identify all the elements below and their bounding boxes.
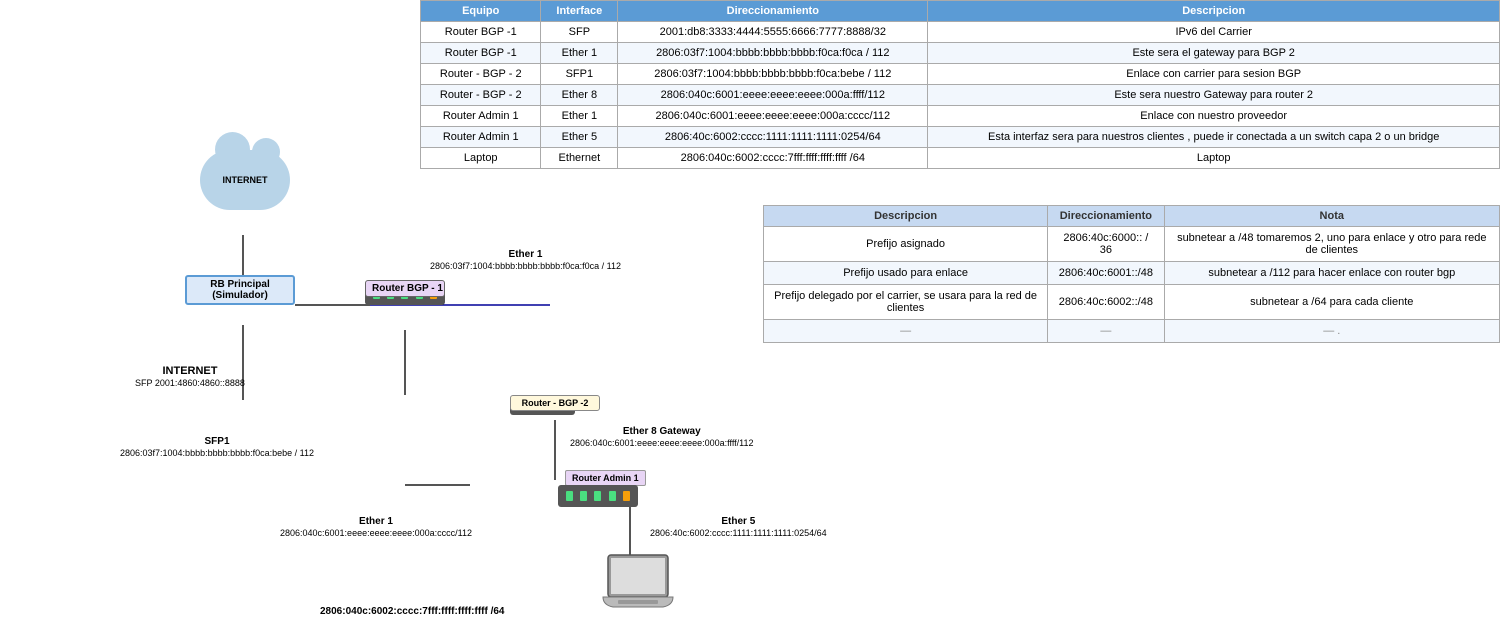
table-row: Router BGP -1SFP2001:db8:3333:4444:5555:… (421, 22, 1500, 43)
second-table-cell: subnetear a /64 para cada cliente (1164, 285, 1499, 320)
table-cell: 2806:040c:6001:eeee:eeee:eeee:000a:ffff/… (618, 85, 928, 106)
second-table-cell: — (764, 320, 1048, 343)
col-header-equipo: Equipo (421, 1, 541, 22)
col-header-interface: Interface (541, 1, 618, 22)
ether5-label: Ether 5 2806:40c:6002:cccc:1111:1111:111… (650, 515, 827, 539)
router-admin1-label-box: Router Admin 1 (565, 470, 646, 486)
second-table-cell: Prefijo asignado (764, 227, 1048, 262)
second-table-cell: 2806:40c:6002::/48 (1048, 285, 1164, 320)
router-admin1-device (558, 485, 638, 507)
col2-header-descripcion: Descripcion (764, 206, 1048, 227)
table-cell: Enlace con carrier para sesion BGP (928, 64, 1500, 85)
second-table-section: Descripcion Direccionamiento Nota Prefij… (763, 205, 1500, 343)
ether1-bgp1-label: Ether 1 2806:03f7:1004:bbbb:bbbb:bbbb:f0… (430, 248, 621, 272)
table-cell: IPv6 del Carrier (928, 22, 1500, 43)
second-table-row: ——— . (764, 320, 1500, 343)
table-cell: Enlace con nuestro proveedor (928, 106, 1500, 127)
table-cell: Router BGP -1 (421, 43, 541, 64)
router-bgp2-box: Router - BGP -2 (510, 395, 575, 415)
second-table-cell: 2806:40c:6000:: / 36 (1048, 227, 1164, 262)
table-cell: Ether 1 (541, 106, 618, 127)
network-diagram: INTERNET RB Principal(Simulador) Router … (0, 130, 760, 620)
table-cell: SFP1 (541, 64, 618, 85)
second-table-cell: subnetear a /48 tomaremos 2, uno para en… (1164, 227, 1499, 262)
second-table-cell: Prefijo usado para enlace (764, 262, 1048, 285)
laptop-icon (598, 550, 678, 623)
cloud-text: INTERNET (223, 175, 268, 185)
rb-principal-label: RB Principal(Simulador) (210, 279, 269, 301)
cloud-shape: INTERNET (200, 150, 290, 210)
table-cell: 2806:03f7:1004:bbbb:bbbb:bbbb:f0ca:bebe … (618, 64, 928, 85)
internet-sfp-label: INTERNET SFP 2001:4860:4860::8888 (135, 365, 245, 389)
table-cell: Este sera el gateway para BGP 2 (928, 43, 1500, 64)
sfp1-label: SFP1 2806:03f7:1004:bbbb:bbbb:bbbb:f0ca:… (120, 435, 314, 459)
table-cell: 2806:03f7:1004:bbbb:bbbb:bbbb:f0ca:f0ca … (618, 43, 928, 64)
table-row: Router Admin 1Ether 12806:040c:6001:eeee… (421, 106, 1500, 127)
table-cell: 2806:040c:6001:eeee:eeee:eeee:000a:cccc/… (618, 106, 928, 127)
second-table-cell: — . (1164, 320, 1499, 343)
table-cell: Router BGP -1 (421, 22, 541, 43)
table-cell: Ether 1 (541, 43, 618, 64)
router-bgp1-box: Router BGP - 1 (365, 280, 445, 305)
table-cell: Este sera nuestro Gateway para router 2 (928, 85, 1500, 106)
table-row: Router - BGP - 2SFP12806:03f7:1004:bbbb:… (421, 64, 1500, 85)
col2-header-direccionamiento: Direccionamiento (1048, 206, 1164, 227)
second-table: Descripcion Direccionamiento Nota Prefij… (763, 205, 1500, 343)
table-cell: Esta interfaz sera para nuestros cliente… (928, 127, 1500, 148)
table-row: Router BGP -1Ether 12806:03f7:1004:bbbb:… (421, 43, 1500, 64)
col2-header-nota: Nota (1164, 206, 1499, 227)
laptop-addr-label: 2806:040c:6002:cccc:7fff:ffff:ffff:ffff … (320, 605, 505, 617)
table-cell: Laptop (928, 148, 1500, 169)
internet-cloud: INTERNET (195, 150, 295, 230)
col-header-direccionamiento: Direccionamiento (618, 1, 928, 22)
router-bgp1-label: Router BGP - 1 (372, 283, 443, 294)
second-table-cell: — (1048, 320, 1164, 343)
second-table-cell: subnetear a /112 para hacer enlace con r… (1164, 262, 1499, 285)
table-cell: 2001:db8:3333:4444:5555:6666:7777:8888/3… (618, 22, 928, 43)
router-admin1-device-box (558, 485, 638, 507)
table-cell: Router Admin 1 (421, 106, 541, 127)
ether8-label: Ether 8 Gateway 2806:040c:6001:eeee:eeee… (570, 425, 754, 449)
second-table-row: Prefijo asignado2806:40c:6000:: / 36subn… (764, 227, 1500, 262)
second-table-row: Prefijo usado para enlace2806:40c:6001::… (764, 262, 1500, 285)
table-cell: SFP (541, 22, 618, 43)
table-row: Router - BGP - 2Ether 82806:040c:6001:ee… (421, 85, 1500, 106)
table-cell: Router - BGP - 2 (421, 64, 541, 85)
table-cell: Ether 8 (541, 85, 618, 106)
col-header-descripcion: Descripcion (928, 1, 1500, 22)
router-bgp2-label: Router - BGP -2 (522, 398, 589, 408)
ether1-admin-label: Ether 1 2806:040c:6001:eeee:eeee:eeee:00… (280, 515, 472, 539)
table-cell: Router - BGP - 2 (421, 85, 541, 106)
rb-principal-box: RB Principal(Simulador) (185, 275, 265, 300)
second-table-cell: 2806:40c:6001::/48 (1048, 262, 1164, 285)
router-admin1-label: Router Admin 1 (572, 473, 639, 483)
second-table-cell: Prefijo delegado por el carrier, se usar… (764, 285, 1048, 320)
second-table-row: Prefijo delegado por el carrier, se usar… (764, 285, 1500, 320)
